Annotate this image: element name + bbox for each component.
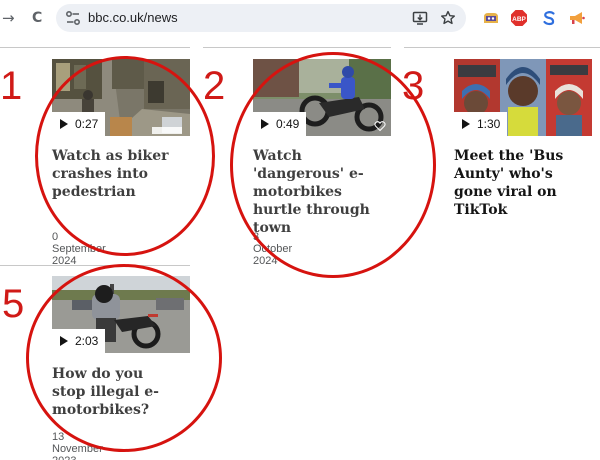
megaphone-icon[interactable]: [568, 9, 586, 27]
extension-icon[interactable]: [482, 9, 500, 27]
thumbnail-street-cctv[interactable]: 0:27: [52, 59, 190, 136]
browser-toolbar: → C bbc.co.uk/news ABP: [0, 0, 600, 36]
divider: [203, 47, 391, 48]
annotation-number: 5: [2, 282, 25, 326]
article-headline[interactable]: Watch as biker crashes into pedestrian: [52, 147, 190, 201]
tune-icon[interactable]: [64, 9, 82, 27]
svg-text:ABP: ABP: [512, 16, 526, 23]
annotation-number: 1: [0, 64, 23, 108]
duration: 2:03: [75, 334, 99, 348]
annotation-number: 3: [402, 64, 425, 108]
article-headline[interactable]: Meet the 'Bus Aunty' who's gone viral on…: [454, 147, 594, 219]
video-duration-badge: 0:49: [253, 112, 307, 136]
duration: 0:27: [75, 117, 99, 131]
duration: 0:49: [276, 117, 300, 131]
article-date: 13 November 2023: [52, 431, 103, 460]
article-date: 0 September 2024: [52, 231, 106, 267]
sync-icon[interactable]: [540, 9, 558, 27]
video-duration-badge: 0:27: [52, 112, 106, 136]
video-duration-badge: 2:03: [52, 329, 106, 353]
heart-icon: [374, 121, 386, 132]
address-bar[interactable]: bbc.co.uk/news: [56, 4, 466, 32]
star-icon[interactable]: [440, 10, 456, 26]
thumbnail-bus-aunty[interactable]: 1:30: [454, 59, 592, 136]
play-icon: [462, 119, 470, 129]
video-duration-badge: 1:30: [454, 112, 508, 136]
play-icon: [60, 336, 68, 346]
back-icon[interactable]: →: [2, 9, 15, 27]
annotation-number: 2: [203, 64, 226, 108]
article-headline[interactable]: How do you stop illegal e-motorbikes?: [52, 365, 170, 419]
adblock-icon[interactable]: ABP: [510, 9, 528, 27]
article-headline[interactable]: Watch 'dangerous' e-motorbikes hurtle th…: [253, 147, 393, 237]
play-icon: [261, 119, 269, 129]
article-date: 3 October 2024: [253, 231, 293, 267]
divider: [0, 47, 190, 48]
url-text[interactable]: bbc.co.uk/news: [88, 10, 178, 25]
thumbnail-motorbike-wheelie[interactable]: 0:49: [253, 59, 391, 136]
reload-icon[interactable]: C: [32, 9, 42, 27]
thumbnail-masked-rider[interactable]: 2:03: [52, 276, 190, 353]
install-app-icon[interactable]: [412, 10, 428, 26]
play-icon: [60, 119, 68, 129]
duration: 1:30: [477, 117, 501, 131]
divider: [404, 47, 600, 48]
